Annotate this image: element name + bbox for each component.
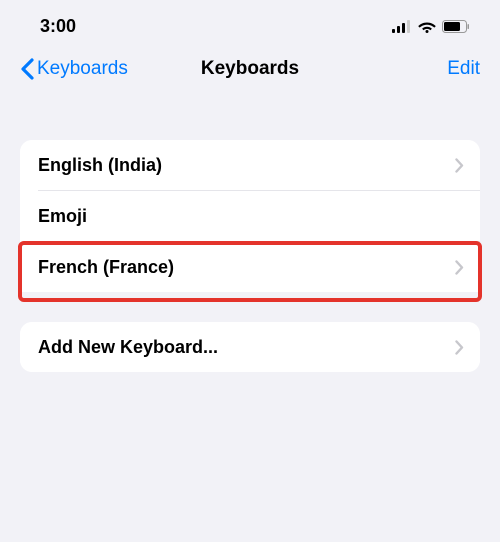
back-label: Keyboards <box>37 58 128 80</box>
add-keyboard-group: Add New Keyboard... <box>20 322 480 372</box>
wifi-icon <box>418 20 436 33</box>
keyboard-label: English (India) <box>38 155 162 176</box>
chevron-right-icon <box>455 340 464 355</box>
add-keyboard-row[interactable]: Add New Keyboard... <box>20 322 480 372</box>
add-keyboard-label: Add New Keyboard... <box>38 337 218 358</box>
cellular-icon <box>392 20 412 33</box>
status-time: 3:00 <box>40 16 76 37</box>
keyboard-row-emoji[interactable]: Emoji <box>20 191 480 241</box>
edit-button[interactable]: Edit <box>447 58 480 80</box>
nav-bar: Keyboards Keyboards Edit <box>0 48 500 98</box>
keyboard-label: Emoji <box>38 206 87 227</box>
chevron-right-icon <box>455 260 464 275</box>
page-title: Keyboards <box>201 58 299 80</box>
chevron-left-icon <box>20 58 34 80</box>
keyboard-row-english[interactable]: English (India) <box>20 140 480 190</box>
battery-icon <box>442 20 470 33</box>
keyboard-row-french[interactable]: French (France) <box>20 242 480 292</box>
chevron-right-icon <box>455 158 464 173</box>
keyboard-label: French (France) <box>38 257 174 278</box>
status-bar: 3:00 <box>0 0 500 48</box>
keyboards-list: English (India) Emoji French (France) <box>20 140 480 292</box>
status-icons <box>392 20 470 33</box>
back-button[interactable]: Keyboards <box>20 58 128 80</box>
